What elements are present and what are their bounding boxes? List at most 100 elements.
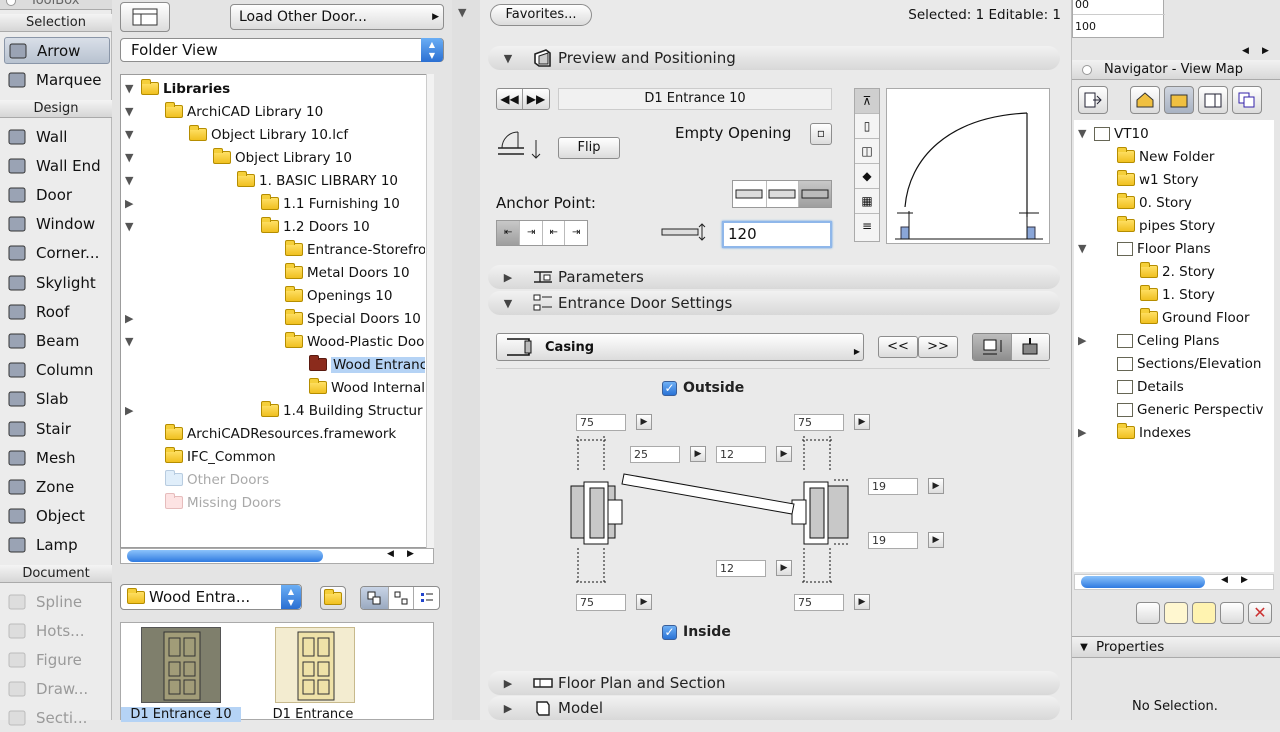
- entrance-settings-section-header[interactable]: ▼ Entrance Door Settings: [488, 291, 1060, 315]
- view-map-button[interactable]: [1164, 86, 1194, 114]
- navigator-item[interactable]: 0. Story: [1117, 191, 1274, 214]
- anchor-left-button[interactable]: ⇤: [497, 221, 520, 245]
- dimension-input-mid-bottom[interactable]: 12: [716, 560, 766, 577]
- delete-button[interactable]: ✕: [1248, 602, 1272, 624]
- new-view-button[interactable]: [1136, 602, 1160, 624]
- expanded-arrow-icon[interactable]: ▼: [125, 105, 133, 118]
- preview-section-header[interactable]: ▼ Preview and Positioning: [488, 46, 1060, 70]
- scroll-right-icon[interactable]: ▶: [1262, 46, 1269, 56]
- outside-checkbox[interactable]: ✓ Outside: [662, 380, 744, 396]
- tool-wall-end[interactable]: Wall End: [4, 152, 110, 179]
- collapsed-arrow-icon[interactable]: ▶: [1078, 426, 1086, 439]
- tool-roof[interactable]: Roof: [4, 298, 110, 325]
- expanded-arrow-icon[interactable]: ▼: [1078, 127, 1086, 140]
- library-tree-item[interactable]: Wood Entranc: [309, 353, 425, 376]
- favorites-button[interactable]: Favorites...: [490, 4, 592, 26]
- library-tree-item[interactable]: Special Doors 10: [285, 307, 425, 330]
- tool-wall[interactable]: Wall: [4, 123, 110, 150]
- tool-draw[interactable]: Draw...: [4, 676, 110, 703]
- library-tree-item[interactable]: 1.2 Doors 10: [261, 215, 425, 238]
- dimension-input-right-top-width[interactable]: 75: [794, 414, 844, 431]
- dimension-menu-button[interactable]: ▶: [636, 594, 652, 610]
- wall-center-button[interactable]: [765, 181, 799, 207]
- settings-button[interactable]: [1220, 602, 1244, 624]
- tool-spline[interactable]: Spline: [4, 588, 110, 615]
- layout-book-button[interactable]: [1198, 86, 1228, 114]
- tool-column[interactable]: Column: [4, 357, 110, 384]
- elevation-preview-button[interactable]: ◫: [855, 139, 879, 164]
- inside-checkbox[interactable]: ✓ Inside: [662, 624, 731, 640]
- navigator-item[interactable]: Indexes: [1117, 421, 1274, 444]
- library-tree-item[interactable]: Wood-Plastic Doo: [285, 330, 425, 353]
- tool-mesh[interactable]: Mesh: [4, 444, 110, 471]
- model-section-header[interactable]: ▶ Model: [488, 696, 1060, 720]
- scroll-right-icon[interactable]: ▶: [1241, 575, 1248, 585]
- collapsed-arrow-icon[interactable]: ▶: [1078, 334, 1086, 347]
- tool-lamp[interactable]: Lamp: [4, 532, 110, 559]
- folder-view-select[interactable]: Folder View ▲ ▼: [120, 38, 444, 62]
- navigator-options-button[interactable]: [1078, 86, 1108, 114]
- dimension-menu-button[interactable]: ▶: [776, 560, 792, 576]
- library-tree-item[interactable]: ArchiCAD Library 10: [165, 100, 425, 123]
- expanded-arrow-icon[interactable]: ▼: [125, 220, 133, 233]
- list-preview-button[interactable]: ≡: [855, 214, 879, 239]
- dimension-input-left-bottom-width[interactable]: 75: [576, 594, 626, 611]
- library-tree-item[interactable]: Object Library 10.lcf: [189, 123, 425, 146]
- library-tree-item[interactable]: Other Doors: [165, 468, 425, 491]
- navigator-item[interactable]: w1 Story: [1117, 168, 1274, 191]
- expanded-arrow-icon[interactable]: ▼: [125, 128, 133, 141]
- collapsed-arrow-icon[interactable]: ▶: [125, 312, 133, 325]
- dimension-input-mid-top[interactable]: 12: [716, 446, 766, 463]
- navigator-item[interactable]: Ground Floor: [1140, 306, 1274, 329]
- dimension-menu-button[interactable]: ▶: [928, 478, 944, 494]
- navigator-item[interactable]: VT10: [1094, 122, 1274, 145]
- clone-folder-button[interactable]: [1192, 602, 1216, 624]
- dimension-input-left-top-width[interactable]: 75: [576, 414, 626, 431]
- anchor-right-button[interactable]: ⇥: [564, 221, 587, 245]
- previous-page-button[interactable]: <<: [878, 336, 918, 358]
- library-tree-item[interactable]: Object Library 10: [213, 146, 425, 169]
- tool-marquee[interactable]: Marquee: [4, 66, 110, 93]
- expanded-arrow-icon[interactable]: ▼: [125, 82, 133, 95]
- flip-button[interactable]: Flip: [558, 137, 620, 159]
- collapsed-arrow-icon[interactable]: ▶: [125, 197, 133, 210]
- library-tree-item[interactable]: Libraries: [141, 77, 425, 100]
- 3d-preview-button[interactable]: ◆: [855, 164, 879, 189]
- dimension-input-right-depth-bottom[interactable]: 19: [868, 532, 918, 549]
- dimension-input-right-bottom-width[interactable]: 75: [794, 594, 844, 611]
- parameters-section-header[interactable]: ▶ Parameters: [488, 265, 1060, 289]
- publisher-button[interactable]: [1232, 86, 1262, 114]
- dimension-input-left-inner[interactable]: 25: [630, 446, 680, 463]
- tool-door[interactable]: Door: [4, 181, 110, 208]
- wall-inside-button[interactable]: [798, 181, 831, 207]
- navigator-item[interactable]: Celing Plans: [1117, 329, 1274, 352]
- expanded-arrow-icon[interactable]: ▼: [1078, 242, 1086, 255]
- plan-preview-button[interactable]: ⊼: [855, 89, 879, 114]
- collapsed-arrow-icon[interactable]: ▶: [125, 404, 133, 417]
- window-close-icon[interactable]: [1082, 65, 1092, 75]
- dimension-menu-button[interactable]: ▶: [690, 446, 706, 462]
- library-tree-item[interactable]: Metal Doors 10: [285, 261, 425, 284]
- folder-popup[interactable]: Wood Entra... ▲ ▼: [120, 584, 302, 610]
- door-thumbnail[interactable]: [141, 627, 221, 703]
- tool-hots[interactable]: Hots...: [4, 617, 110, 644]
- scroll-left-icon[interactable]: ◀: [1242, 46, 1249, 56]
- anchor-center-left-button[interactable]: ⇥: [519, 221, 542, 245]
- section-preview-button[interactable]: ▯: [855, 114, 879, 139]
- navigator-item[interactable]: 2. Story: [1140, 260, 1274, 283]
- floorplan-section-header[interactable]: ▶ Floor Plan and Section: [488, 671, 1060, 695]
- navigator-item[interactable]: Details: [1117, 375, 1274, 398]
- enclosing-folder-button[interactable]: [320, 586, 346, 610]
- library-tree-item[interactable]: Missing Doors: [165, 491, 425, 514]
- expanded-arrow-icon[interactable]: ▼: [125, 335, 133, 348]
- properties-header[interactable]: ▼ Properties: [1072, 636, 1280, 658]
- casing-dropdown[interactable]: Casing ▶: [496, 333, 864, 361]
- dimension-input-right-depth-top[interactable]: 19: [868, 478, 918, 495]
- tool-stair[interactable]: Stair: [4, 415, 110, 442]
- collapse-arrow-icon[interactable]: ▼: [458, 6, 466, 19]
- casing-texture-button[interactable]: [1010, 334, 1049, 360]
- large-icons-view-button[interactable]: [361, 587, 388, 609]
- parameters-preview-button[interactable]: ▦: [855, 189, 879, 214]
- tool-arrow[interactable]: Arrow: [4, 37, 110, 64]
- library-tree-item[interactable]: 1.1 Furnishing 10: [261, 192, 425, 215]
